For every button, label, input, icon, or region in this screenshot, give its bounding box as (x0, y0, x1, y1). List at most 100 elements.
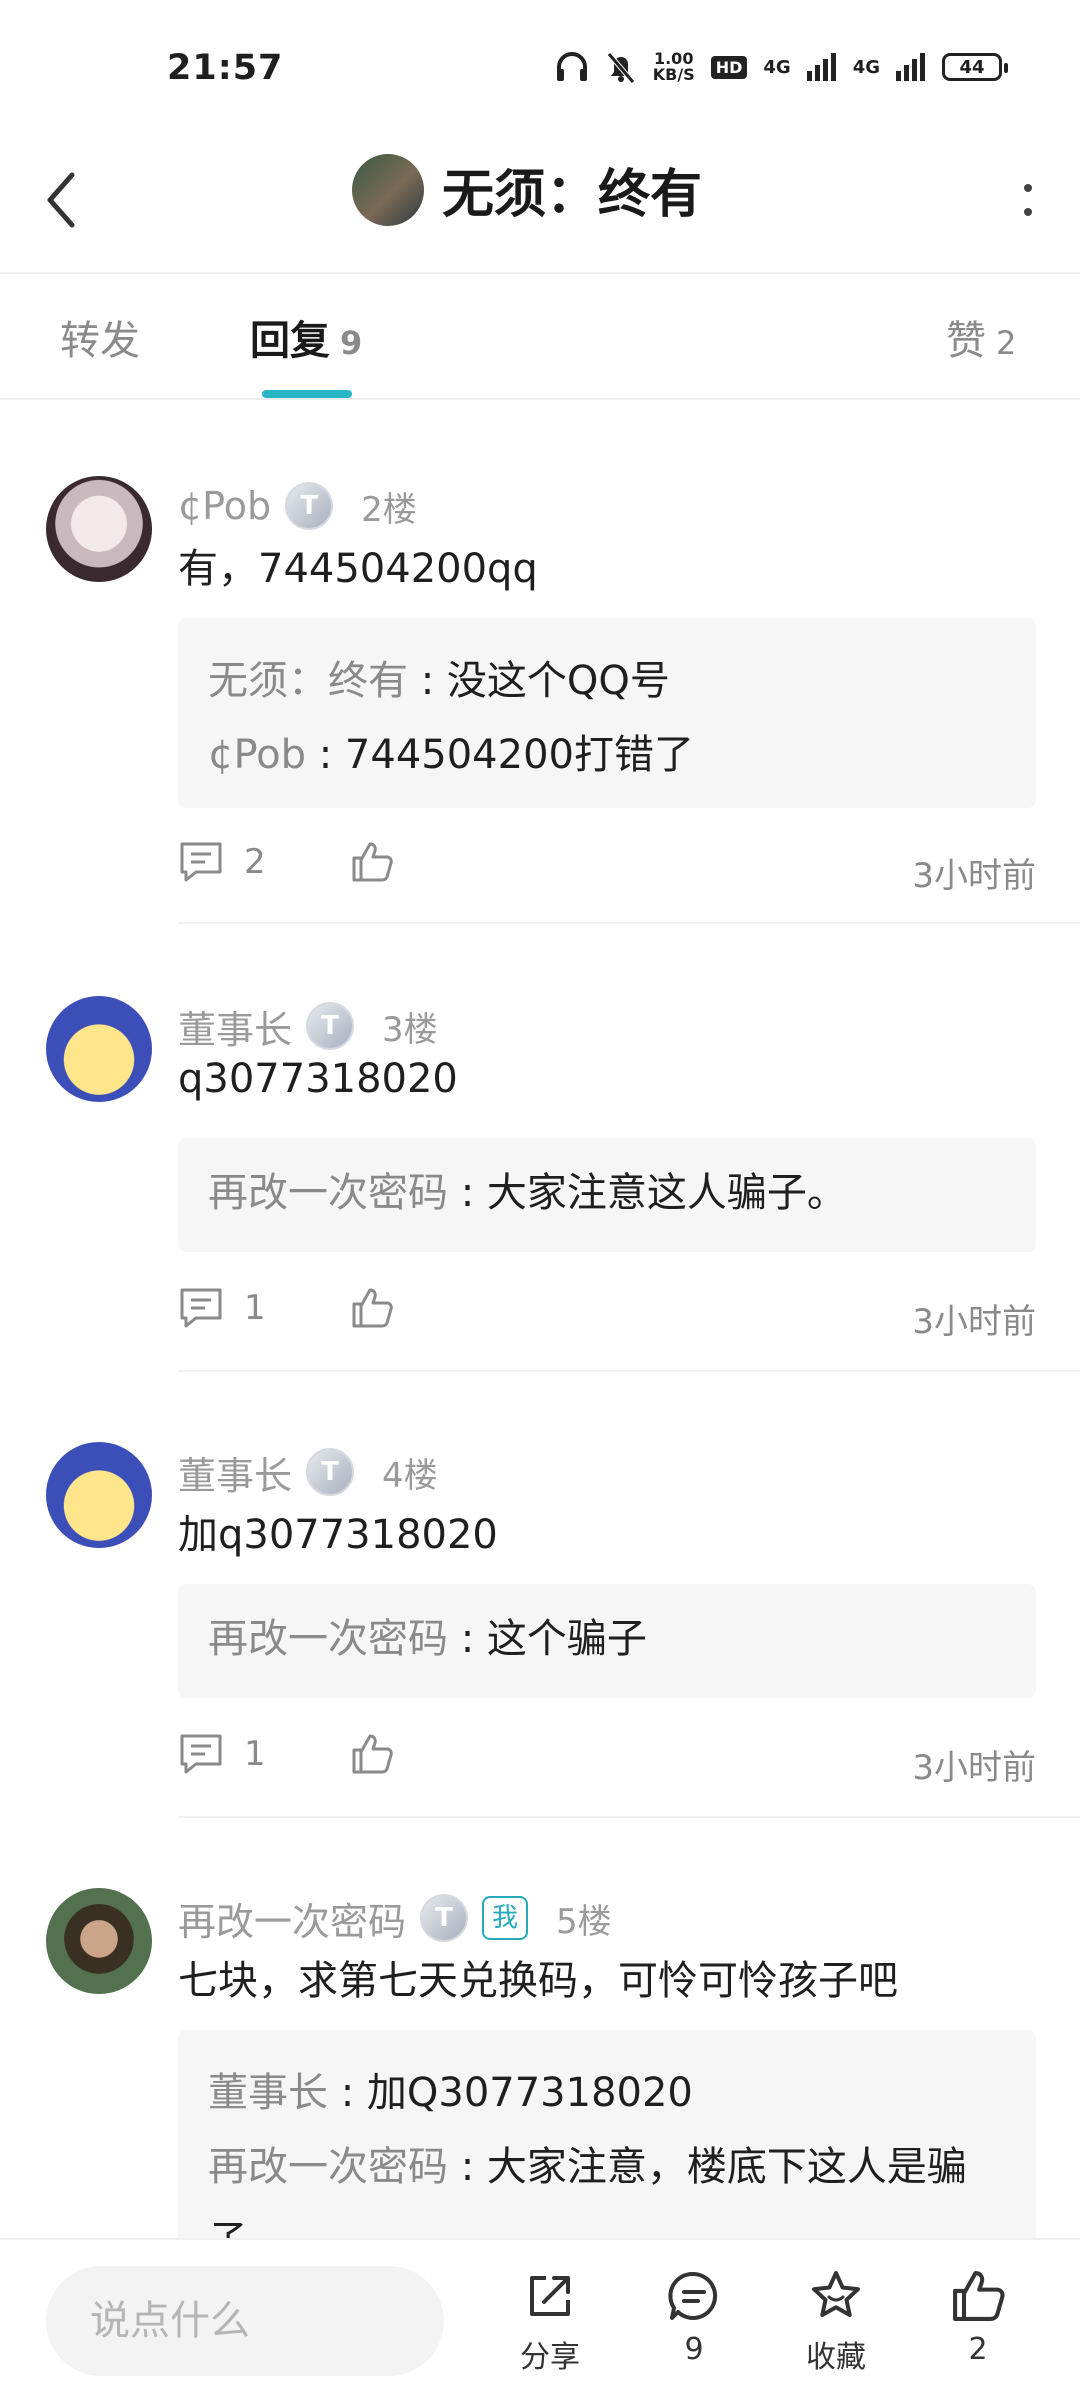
headphones-icon (556, 52, 587, 81)
sub-reply-author[interactable]: ¢Pob (208, 732, 306, 778)
floor-number: 3楼 (382, 1009, 438, 1050)
comment-input[interactable]: 说点什么 (46, 2266, 444, 2376)
thread-title-group[interactable]: 无须：终有 (352, 152, 702, 227)
hd-icon: HD (710, 55, 748, 79)
star-icon (812, 2271, 860, 2317)
post-actions: 2 3小时前 (178, 840, 1036, 900)
post-content: 加q3077318020 (178, 1512, 498, 1558)
post-content: 七块，求第七天兑换码，可怜可怜孩子吧 (178, 1958, 898, 2004)
sub-reply: 再改一次密码 : 大家注意，楼底下这人是骗 (208, 2130, 1004, 2204)
comment-button[interactable]: 1 (178, 1286, 266, 1330)
sub-reply: 无须：终有 : 没这个QQ号 (208, 644, 1004, 718)
post-actions: 1 3小时前 (178, 1286, 1036, 1346)
reply-post: 再改一次密码 T 我 5楼 七块，求第七天兑换码，可怜可怜孩子吧 董事长 : 加… (0, 1888, 1080, 2238)
tab-likes-label: 赞 (946, 318, 986, 364)
sub-reply-text: 加Q3077318020 (366, 2070, 693, 2116)
sub-replies-box[interactable]: 再改一次密码 : 这个骗子 (178, 1584, 1036, 1698)
sub-reply-separator: : (408, 658, 447, 704)
status-bar: 21:57 1.00 KB/S HD 4G 4G 44 (0, 0, 1080, 130)
me-tag: 我 (482, 1896, 529, 1940)
sub-reply-text: 大家注意这人骗子。 (486, 1170, 847, 1216)
sub-reply-author[interactable]: 无须：终有 (208, 658, 408, 704)
thread-title: 无须：终有 (442, 165, 703, 225)
floor-number: 2楼 (361, 489, 417, 530)
post-time: 3小时前 (912, 1302, 1036, 1342)
username[interactable]: 董事长 (178, 1445, 292, 1500)
more-options-icon[interactable] (1016, 170, 1040, 230)
thread-author-avatar[interactable] (352, 153, 424, 226)
floor-number: 4楼 (382, 1455, 438, 1496)
divider (178, 922, 1080, 924)
sub-reply-text: 没这个QQ号 (446, 658, 670, 704)
username[interactable]: 董事长 (178, 999, 292, 1054)
tab-likes-count: 2 (996, 324, 1017, 362)
mute-bell-icon (606, 52, 635, 84)
comment-button[interactable]: 1 (178, 1732, 266, 1776)
post-meta: 再改一次密码 T 我 5楼 (178, 1888, 612, 1948)
sub-replies-box[interactable]: 再改一次密码 : 大家注意这人骗子。 (178, 1138, 1036, 1252)
share-button[interactable]: 分享 (500, 2268, 600, 2376)
tab-forward-label: 转发 (60, 318, 140, 364)
username[interactable]: ¢Pob (178, 484, 271, 528)
tab-replies[interactable]: 回复 9 (250, 308, 362, 366)
username[interactable]: 再改一次密码 (178, 1891, 406, 1946)
tab-replies-label: 回复 (250, 318, 330, 364)
comments-button[interactable]: 9 (644, 2268, 744, 2367)
comment-icon (180, 842, 222, 882)
post-time: 3小时前 (912, 1748, 1036, 1788)
sub-reply-separator: : (448, 2144, 487, 2190)
sub-reply-author[interactable]: 再改一次密码 (208, 1616, 448, 1662)
avatar[interactable] (46, 996, 152, 1102)
signal-4g-icon: 4G (763, 56, 791, 78)
back-arrow-icon[interactable] (42, 165, 82, 235)
sub-reply-separator: : (328, 2070, 367, 2116)
tab-forward[interactable]: 转发 (60, 308, 140, 366)
sub-replies-box[interactable]: 无须：终有 : 没这个QQ号 ¢Pob : 744504200打错了 (178, 618, 1036, 808)
avatar[interactable] (46, 476, 152, 582)
title-bar: 无须：终有 (0, 130, 1080, 274)
tab-likes[interactable]: 赞2 (946, 308, 1016, 366)
post-meta: 董事长 T 3楼 (178, 996, 438, 1056)
divider (178, 1816, 1080, 1818)
share-label: 分享 (520, 2340, 580, 2375)
sub-reply-text: 大家注意，楼底下这人是骗 (486, 2144, 967, 2190)
sub-reply: ¢Pob : 744504200打错了 (208, 718, 1004, 792)
sub-reply-author[interactable]: 再改一次密码 (208, 1170, 448, 1216)
floor-number: 5楼 (556, 1901, 612, 1942)
sub-reply-author[interactable]: 董事长 (208, 2070, 328, 2116)
post-actions: 1 3小时前 (178, 1732, 1036, 1792)
thumbs-up-icon[interactable] (350, 1732, 394, 1776)
status-time: 21:57 (167, 48, 284, 88)
sub-reply-separator: : (306, 732, 345, 778)
comment-button[interactable]: 2 (178, 840, 266, 884)
signal-4g-icon-2: 4G (852, 56, 880, 78)
chat-bubble-icon (668, 2271, 718, 2320)
post-content: q3077318020 (178, 1056, 458, 1102)
avatar[interactable] (46, 1888, 152, 1994)
level-badge-icon: T (285, 482, 334, 530)
network-speed: 1.00 KB/S (653, 51, 695, 83)
share-icon (530, 2276, 570, 2316)
post-time: 3小时前 (912, 856, 1036, 896)
level-badge-icon: T (420, 1894, 469, 1942)
sub-reply-author[interactable]: 再改一次密码 (208, 2144, 448, 2190)
sub-reply: 董事长 : 加Q3077318020 (208, 2056, 1004, 2130)
reply-post: ¢Pob T 2楼 有，744504200qq 无须：终有 : 没这个QQ号 ¢… (0, 476, 1080, 926)
divider (178, 1370, 1080, 1372)
active-tab-indicator (262, 390, 352, 398)
like-button[interactable]: 2 (928, 2268, 1028, 2367)
thumbs-up-icon[interactable] (350, 1286, 394, 1330)
comment-icon (180, 1288, 222, 1328)
level-badge-icon: T (306, 1002, 355, 1050)
sub-replies-box[interactable]: 董事长 : 加Q3077318020 再改一次密码 : 大家注意，楼底下这人是骗… (178, 2030, 1036, 2238)
reply-post: 董事长 T 3楼 q3077318020 再改一次密码 : 大家注意这人骗子。 … (0, 996, 1080, 1376)
favorite-label: 收藏 (806, 2340, 866, 2375)
favorite-button[interactable]: 收藏 (786, 2268, 886, 2376)
tab-bar: 转发 回复 9 赞2 (0, 274, 1080, 400)
avatar[interactable] (46, 1442, 152, 1548)
tab-replies-count: 9 (340, 324, 363, 362)
comment-icon (180, 1734, 222, 1774)
thumbs-up-icon[interactable] (350, 840, 394, 884)
comment-count: 2 (244, 842, 266, 882)
sub-reply-continuation: 子。 (208, 2204, 1004, 2238)
